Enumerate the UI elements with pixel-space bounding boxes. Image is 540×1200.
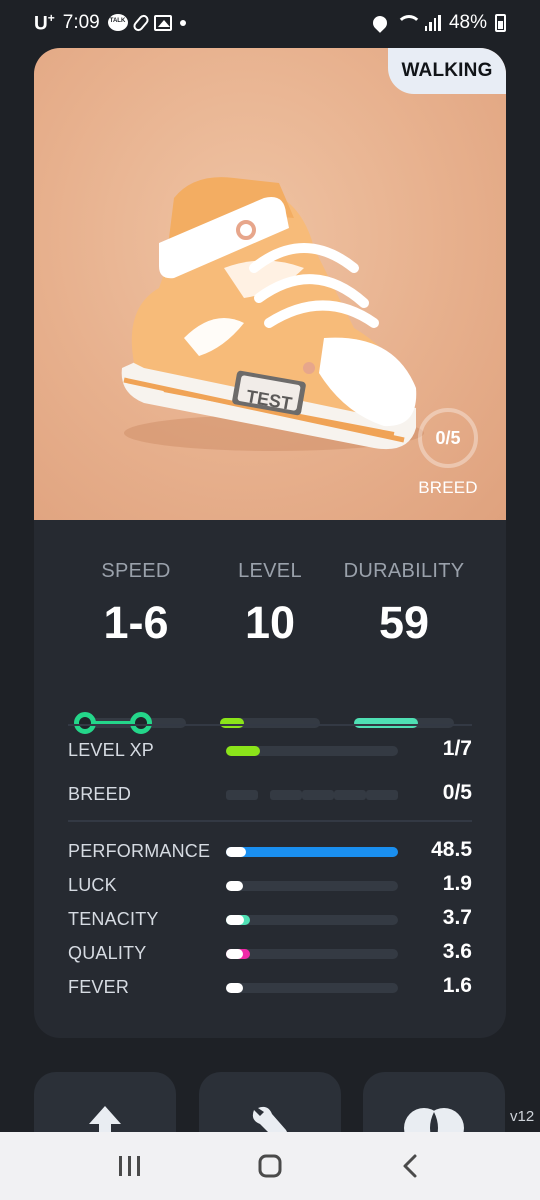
quality-base-fill [226, 949, 243, 959]
paperclip-notification-icon [131, 12, 151, 34]
attribute-row-fever: FEVER 1.6 [68, 973, 472, 1003]
breed-segment [334, 790, 366, 800]
fever-bar-fill [226, 983, 244, 993]
performance-base-fill [226, 847, 246, 857]
fever-label: FEVER [68, 977, 130, 997]
quality-value: 3.6 [442, 940, 472, 963]
image-notification-icon [153, 14, 172, 31]
carrier-label: U+ [34, 10, 55, 35]
breed-segment [226, 790, 258, 800]
more-notifications-dot-icon [179, 19, 186, 26]
breed-row: BREED 0/5 [68, 780, 472, 810]
status-bar: U+ 7:09 48% [0, 0, 540, 46]
attribute-row-tenacity: TENACITY 3.7 [68, 905, 472, 935]
breed-segment [270, 790, 302, 800]
breed-segment [366, 790, 398, 800]
speed-min-handle [74, 712, 96, 734]
clock: 7:09 [62, 11, 100, 33]
sneaker-illustration [121, 177, 424, 451]
divider [68, 820, 472, 822]
level-xp-row: LEVEL XP 1/7 [68, 736, 472, 766]
luck-bar [226, 881, 398, 891]
durability-bar-fill [354, 718, 418, 728]
status-right: 48% [370, 12, 506, 34]
breed-count-ring: 0/5 [418, 408, 478, 468]
attribute-row-luck: LUCK 1.9 [68, 871, 472, 901]
level-bar-fill [220, 718, 244, 728]
battery-icon [495, 14, 506, 32]
back-icon [403, 1154, 417, 1178]
level-bar [220, 718, 320, 728]
performance-bar-fill [226, 847, 398, 857]
luck-bar-fill [226, 881, 244, 891]
durability-bar [354, 718, 454, 728]
tenacity-bar [226, 915, 398, 925]
status-left: U+ 7:09 [34, 11, 186, 35]
home-icon [258, 1154, 282, 1178]
fever-bar [226, 983, 398, 993]
durability-stat: DURABILITY 59 [324, 560, 484, 649]
durability-value: 59 [378, 597, 430, 648]
breed-label: BREED [68, 784, 132, 804]
home-button[interactable] [240, 1136, 300, 1196]
level-xp-value: 1/7 [442, 737, 472, 760]
walking-mode-badge[interactable]: WALKING [388, 48, 506, 94]
performance-label: PERFORMANCE [68, 841, 211, 861]
luck-label: LUCK [68, 875, 117, 895]
sneaker-card: WALKING TEST 0/5 BREED SPEED 1-6 LEVEL 1… [34, 48, 506, 1038]
tenacity-label: TENACITY [68, 909, 159, 929]
back-button[interactable] [380, 1136, 440, 1196]
breed-caption: BREED [418, 478, 478, 497]
breed-segment [302, 790, 334, 800]
signal-icon [424, 15, 441, 31]
luck-value: 1.9 [442, 872, 472, 895]
level-xp-bar [226, 746, 398, 756]
wifi-icon [395, 15, 422, 31]
level-xp-label: LEVEL XP [68, 740, 154, 760]
breed-value: 0/5 [442, 781, 472, 804]
talk-notification-icon [107, 14, 128, 32]
fever-value: 1.6 [442, 974, 472, 997]
performance-value: 48.5 [431, 838, 472, 861]
battery-percent: 48% [448, 12, 487, 33]
recents-button[interactable] [100, 1136, 160, 1196]
tenacity-base-fill [226, 915, 244, 925]
speed-range-bar [74, 712, 186, 734]
app-version: v12 [510, 1108, 535, 1125]
location-icon [370, 13, 390, 33]
level-xp-bar-fill [226, 746, 261, 756]
tenacity-value: 3.7 [442, 906, 472, 929]
system-nav-bar [0, 1132, 540, 1200]
speed-max-handle [130, 712, 152, 734]
performance-bar [226, 847, 398, 857]
sneaker-image-area: WALKING TEST 0/5 BREED [34, 48, 506, 520]
durability-label: DURABILITY [343, 560, 465, 582]
recents-icon [119, 1156, 140, 1176]
quality-label: QUALITY [68, 943, 147, 963]
top-stats: SPEED 1-6 LEVEL 10 DURABILITY 59 [34, 520, 506, 734]
attribute-row-quality: QUALITY 3.6 [68, 939, 472, 969]
quality-bar [226, 949, 398, 959]
divider [68, 724, 472, 726]
attribute-row-performance: PERFORMANCE 48.5 [68, 837, 472, 867]
